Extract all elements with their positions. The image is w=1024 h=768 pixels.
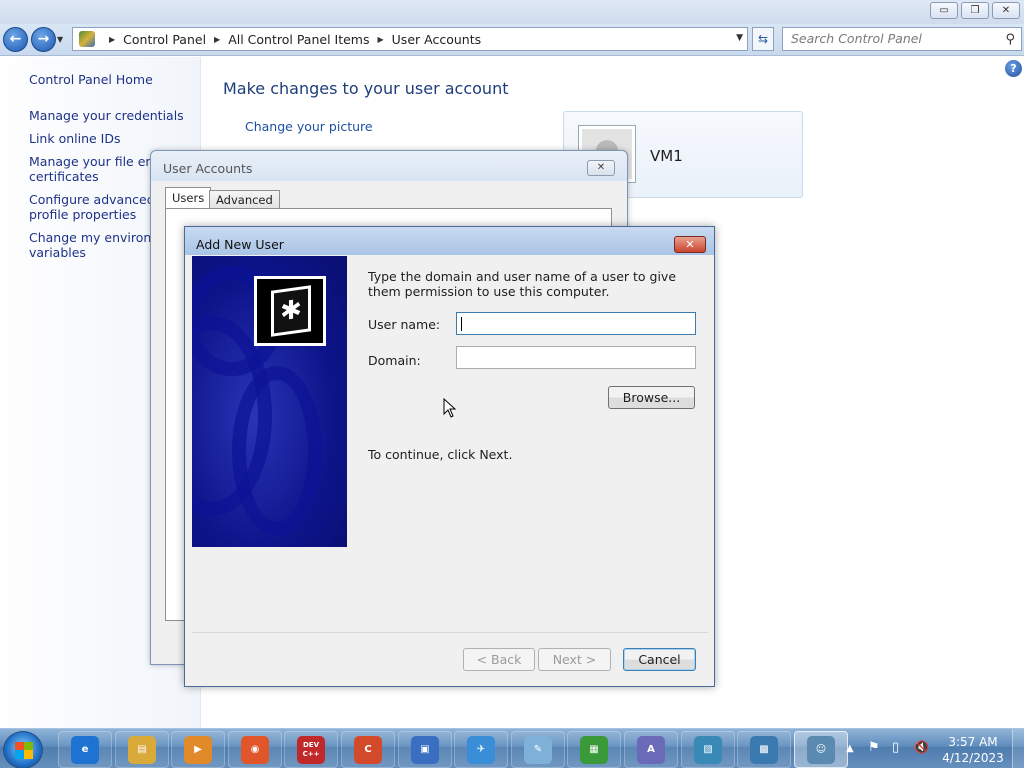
taskbar-button[interactable]: ✎ (511, 731, 565, 768)
address-bar[interactable]: ▶ Control Panel ▶ All Control Panel Item… (72, 27, 748, 51)
link-environment-variables-line2[interactable]: variables (29, 245, 86, 260)
mouse-cursor-icon (443, 398, 457, 418)
taskbar-button[interactable]: ▦ (567, 731, 621, 768)
taskbar-button[interactable]: e (58, 731, 112, 768)
minimize-button[interactable]: ▭ (930, 2, 958, 19)
help-icon[interactable]: ? (1005, 60, 1022, 77)
browser-icon: ◉ (241, 735, 269, 764)
taskbar-button[interactable]: ▣ (398, 731, 452, 768)
start-button[interactable] (3, 731, 43, 768)
back-button[interactable]: ← (3, 27, 28, 52)
link-advanced-profile-line2[interactable]: profile properties (29, 207, 136, 222)
internet-explorer-icon: e (71, 735, 99, 764)
notepad-icon: ✎ (524, 735, 552, 764)
control-panel-icon (79, 31, 95, 47)
avg-icon: ▦ (580, 735, 608, 764)
taskbar-button[interactable]: ✈ (454, 731, 508, 768)
text-caret (461, 317, 462, 331)
user-name-input[interactable] (456, 312, 696, 335)
wizard-banner-image: ✱ (192, 256, 347, 547)
user-name: VM1 (650, 147, 683, 165)
ccleaner-icon: C (354, 735, 382, 764)
instruction-text: Type the domain and user name of a user … (368, 269, 677, 299)
network-icon[interactable]: ▯ (892, 740, 899, 755)
action-center-flag-icon[interactable]: ⚑ (868, 740, 880, 755)
key-badge-glyph: ✱ (271, 285, 311, 337)
windows-logo-icon-lower (15, 750, 33, 759)
vector-app-icon: A (637, 735, 665, 764)
tab-advanced[interactable]: Advanced (209, 190, 280, 209)
back-button[interactable]: < Back (463, 648, 535, 671)
breadcrumb-control-panel[interactable]: Control Panel (123, 32, 206, 47)
taskbar-button[interactable]: ▶ (171, 731, 225, 768)
tray-expand-icon[interactable]: ▲ (846, 743, 854, 754)
image-viewer-icon: ▧ (694, 735, 722, 764)
clock[interactable]: 3:57 AM 4/12/2023 (940, 734, 1006, 766)
breadcrumb-separator-icon[interactable]: ▶ (214, 35, 220, 44)
restore-button[interactable]: ❐ (961, 2, 989, 19)
recent-pages-dropdown[interactable]: ▼ (57, 35, 63, 44)
domain-input[interactable] (456, 346, 696, 369)
show-desktop-button[interactable] (1012, 729, 1024, 768)
taskbar-button[interactable]: ▧ (681, 731, 735, 768)
breadcrumb-all-items[interactable]: All Control Panel Items (228, 32, 369, 47)
dialog-close-button[interactable]: ✕ (587, 160, 615, 176)
breadcrumb-separator-icon[interactable]: ▶ (378, 35, 384, 44)
next-button[interactable]: Next > (538, 648, 611, 671)
domain-label: Domain: (368, 353, 421, 368)
clock-date: 4/12/2023 (942, 751, 1004, 765)
taskbar-button[interactable]: ▩ (737, 731, 791, 768)
add-new-user-dialog: Add New User ✕ ✱ Type the domain and use… (184, 226, 715, 687)
taskbar-button[interactable]: DEV C++ (284, 731, 338, 768)
taskbar-button[interactable]: A (624, 731, 678, 768)
add-user-title: Add New User (196, 237, 284, 252)
window-title-bar: ▭ ❐ ✕ (0, 0, 1024, 24)
forward-button[interactable]: → (31, 27, 56, 52)
search-placeholder: Search Control Panel (791, 31, 922, 46)
tab-users[interactable]: Users (165, 187, 212, 209)
dialog-divider (192, 632, 708, 633)
address-toolbar: ← → ▼ ▶ Control Panel ▶ All Control Pane… (0, 24, 1024, 56)
dialog-title: User Accounts (163, 161, 253, 176)
link-online-ids[interactable]: Link online IDs (29, 131, 121, 146)
search-icon[interactable]: ⚲ (1005, 29, 1015, 51)
user-name-label: User name: (368, 317, 441, 332)
banner-decoration (232, 366, 322, 536)
link-manage-credentials[interactable]: Manage your credentials (29, 108, 184, 123)
user-accounts-icon: ☺ (807, 735, 835, 764)
media-player-icon: ▶ (184, 735, 212, 764)
taskbar-button[interactable]: ◉ (228, 731, 282, 768)
remote-desktop-icon: ▣ (411, 735, 439, 764)
address-dropdown-icon[interactable]: ▼ (736, 33, 743, 43)
link-file-encryption-line2[interactable]: certificates (29, 169, 99, 184)
taskbar-button[interactable]: ☺ (794, 731, 848, 768)
user-key-icon: ✱ (254, 276, 326, 346)
file-explorer-icon: ▤ (128, 735, 156, 764)
control-panel-icon: ▩ (750, 735, 778, 764)
continue-hint: To continue, click Next. (368, 447, 513, 462)
caption-buttons: ▭ ❐ ✕ (930, 2, 1020, 19)
search-input[interactable]: Search Control Panel ⚲ (782, 27, 1022, 51)
add-user-close-button[interactable]: ✕ (674, 236, 706, 253)
taskbar-button[interactable]: C (341, 731, 395, 768)
cancel-button[interactable]: Cancel (623, 648, 696, 671)
page-title: Make changes to your user account (223, 79, 509, 98)
close-button[interactable]: ✕ (992, 2, 1020, 19)
breadcrumb-user-accounts[interactable]: User Accounts (392, 32, 481, 47)
paper-plane-icon: ✈ (467, 735, 495, 764)
change-picture-link[interactable]: Change your picture (245, 119, 373, 134)
link-control-panel-home[interactable]: Control Panel Home (29, 72, 153, 87)
browse-button[interactable]: Browse... (608, 386, 695, 409)
refresh-button[interactable]: ⇆ (752, 27, 774, 51)
volume-muted-icon[interactable]: 🔇 (914, 740, 929, 754)
breadcrumb-separator-icon[interactable]: ▶ (109, 35, 115, 44)
clock-time: 3:57 AM (948, 735, 998, 749)
taskbar-button[interactable]: ▤ (115, 731, 169, 768)
taskbar: e ▤ ▶ ◉ DEV C++ C ▣ ✈ ✎ ▦ A ▧ ▩ ☺ ▲ ⚑ ▯ 🔇 3:57 AM 4/1… (0, 728, 1024, 768)
dev-cpp-icon: DEV C++ (297, 735, 325, 764)
